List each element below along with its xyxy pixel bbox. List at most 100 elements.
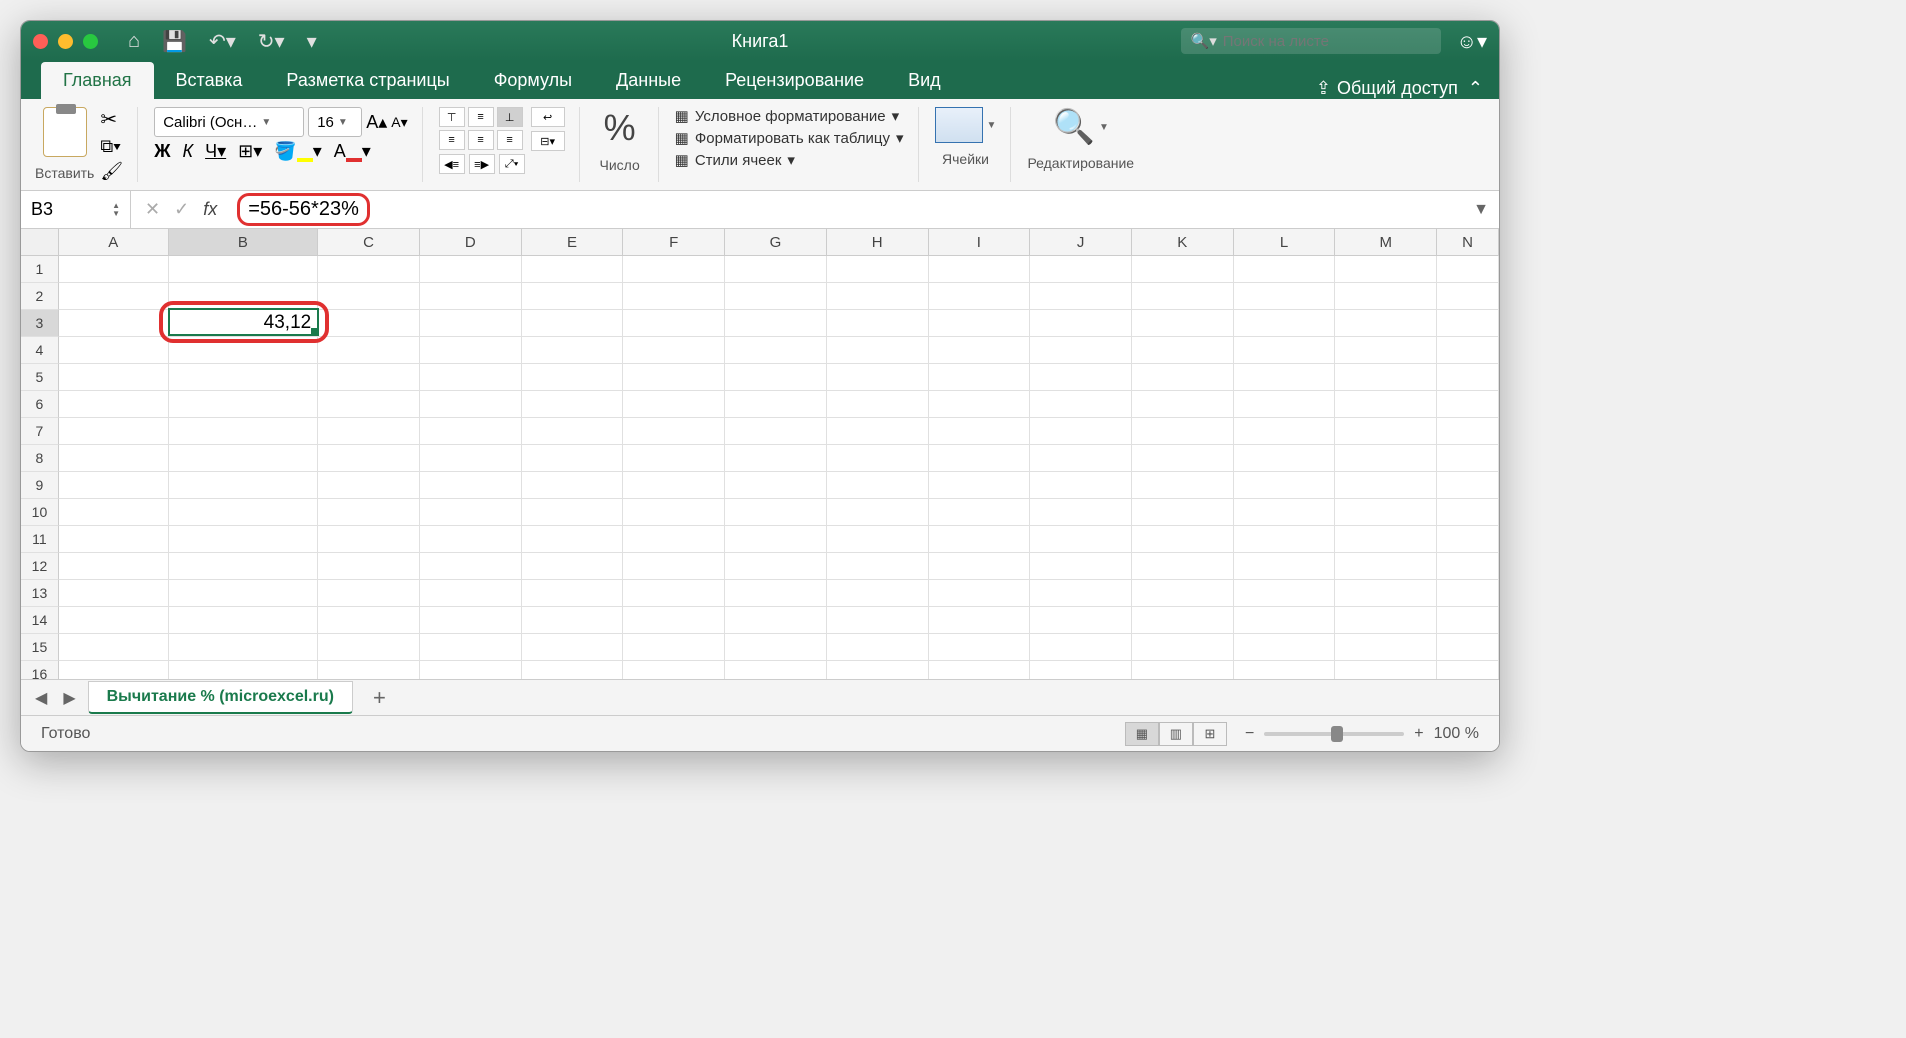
cell-J7[interactable] [1030,418,1132,445]
cell-B12[interactable] [169,553,319,580]
formula-input[interactable]: =56-56*23% [231,191,1463,228]
name-box[interactable]: B3 ▲▼ [21,191,131,228]
cell-F15[interactable] [623,634,725,661]
cell-G13[interactable] [725,580,827,607]
cell-styles[interactable]: ▦Стили ячеек ▾ [675,151,904,169]
cell-B1[interactable] [169,256,319,283]
cell-N13[interactable] [1437,580,1499,607]
cell-B4[interactable] [169,337,319,364]
cell-H3[interactable] [827,310,929,337]
cell-F13[interactable] [623,580,725,607]
cell-A5[interactable] [59,364,169,391]
cell-D3[interactable] [420,310,522,337]
align-left[interactable]: ≡ [439,130,465,150]
row-header-14[interactable]: 14 [21,607,59,634]
cell-A1[interactable] [59,256,169,283]
cell-J15[interactable] [1030,634,1132,661]
tab-главная[interactable]: Главная [41,62,154,99]
cell-A15[interactable] [59,634,169,661]
cell-J5[interactable] [1030,364,1132,391]
share-button[interactable]: ⇪ Общий доступ [1316,78,1458,99]
cell-E14[interactable] [522,607,624,634]
cell-K12[interactable] [1132,553,1234,580]
cell-N12[interactable] [1437,553,1499,580]
cell-C7[interactable] [318,418,420,445]
tab-вставка[interactable]: Вставка [154,62,265,99]
cell-B5[interactable] [169,364,319,391]
align-right[interactable]: ≡ [497,130,523,150]
save-icon[interactable]: 💾 [162,29,187,54]
cell-M10[interactable] [1335,499,1437,526]
cell-H4[interactable] [827,337,929,364]
cell-C13[interactable] [318,580,420,607]
align-center[interactable]: ≡ [468,130,494,150]
cell-N1[interactable] [1437,256,1499,283]
cell-G6[interactable] [725,391,827,418]
cell-M2[interactable] [1335,283,1437,310]
cell-F12[interactable] [623,553,725,580]
cell-A9[interactable] [59,472,169,499]
cell-A13[interactable] [59,580,169,607]
cell-C2[interactable] [318,283,420,310]
cell-B11[interactable] [169,526,319,553]
cell-F8[interactable] [623,445,725,472]
cell-H16[interactable] [827,661,929,679]
cell-D10[interactable] [420,499,522,526]
spreadsheet-grid[interactable]: ABCDEFGHIJKLMN 12343,1245678910111213141… [21,229,1499,679]
add-sheet-button[interactable]: + [361,685,398,711]
cell-M6[interactable] [1335,391,1437,418]
cell-C15[interactable] [318,634,420,661]
cell-M13[interactable] [1335,580,1437,607]
cell-I16[interactable] [929,661,1031,679]
tab-рецензирование[interactable]: Рецензирование [703,62,886,99]
align-bottom[interactable]: ⊥ [497,107,523,127]
cell-M4[interactable] [1335,337,1437,364]
bold-button[interactable]: Ж [154,141,170,162]
cell-K1[interactable] [1132,256,1234,283]
cell-B13[interactable] [169,580,319,607]
cell-K14[interactable] [1132,607,1234,634]
cell-I8[interactable] [929,445,1031,472]
cells-icon[interactable] [935,107,983,143]
cell-E6[interactable] [522,391,624,418]
cell-H15[interactable] [827,634,929,661]
cell-N2[interactable] [1437,283,1499,310]
cell-B10[interactable] [169,499,319,526]
cell-M15[interactable] [1335,634,1437,661]
col-header-B[interactable]: B [169,229,319,255]
cell-B3[interactable]: 43,12 [169,310,319,337]
cell-L16[interactable] [1234,661,1336,679]
cell-H10[interactable] [827,499,929,526]
cell-C10[interactable] [318,499,420,526]
cell-F9[interactable] [623,472,725,499]
cell-J13[interactable] [1030,580,1132,607]
cell-F4[interactable] [623,337,725,364]
cell-J2[interactable] [1030,283,1132,310]
cell-J12[interactable] [1030,553,1132,580]
col-header-I[interactable]: I [929,229,1031,255]
cell-D5[interactable] [420,364,522,391]
page-layout-view[interactable]: ▥ [1159,722,1193,746]
cell-E9[interactable] [522,472,624,499]
cell-E12[interactable] [522,553,624,580]
cell-J1[interactable] [1030,256,1132,283]
row-header-2[interactable]: 2 [21,283,59,310]
cell-D13[interactable] [420,580,522,607]
cell-C5[interactable] [318,364,420,391]
cell-A12[interactable] [59,553,169,580]
cell-H14[interactable] [827,607,929,634]
cell-F6[interactable] [623,391,725,418]
cell-J4[interactable] [1030,337,1132,364]
search-field[interactable]: 🔍▾ [1181,28,1441,54]
cell-K5[interactable] [1132,364,1234,391]
cell-I15[interactable] [929,634,1031,661]
cell-I5[interactable] [929,364,1031,391]
cell-B7[interactable] [169,418,319,445]
col-header-J[interactable]: J [1030,229,1132,255]
search-input[interactable] [1223,33,1431,50]
cell-C12[interactable] [318,553,420,580]
cell-L3[interactable] [1234,310,1336,337]
row-header-10[interactable]: 10 [21,499,59,526]
cell-L1[interactable] [1234,256,1336,283]
cell-M1[interactable] [1335,256,1437,283]
